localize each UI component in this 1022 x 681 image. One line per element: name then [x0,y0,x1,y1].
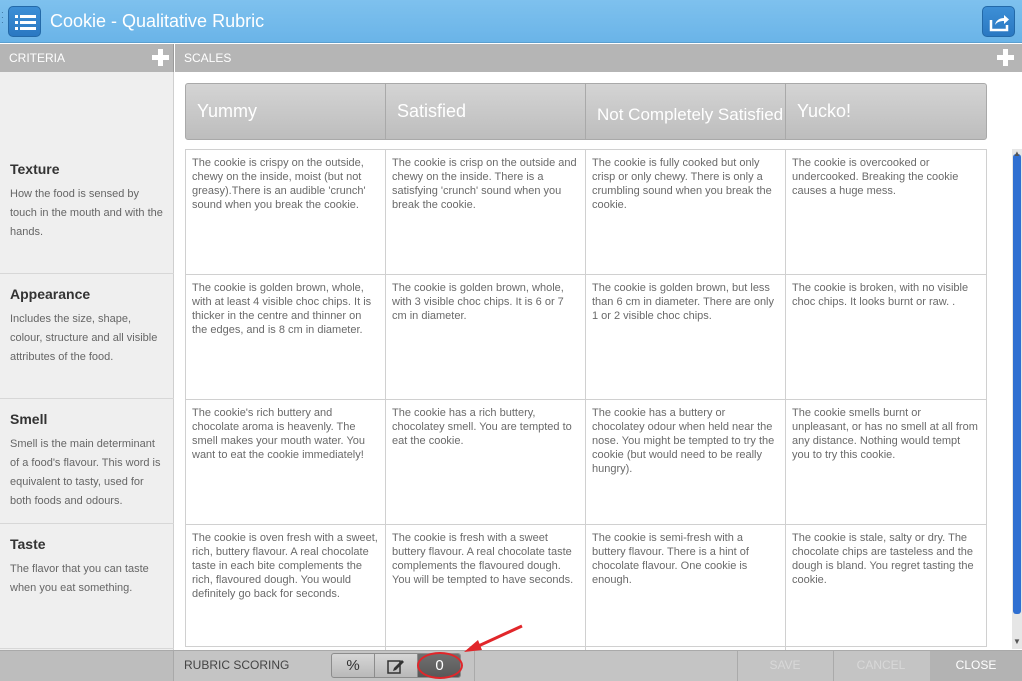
rubric-cell[interactable]: The cookie smells burnt or unpleasant, o… [786,400,986,525]
criterion-smell[interactable]: Smell Smell is the main determinant of a… [0,399,174,524]
criterion-appearance[interactable]: Appearance Includes the size, shape, col… [0,274,174,399]
criterion-name: Texture [10,161,60,177]
scrollbar-thumb[interactable] [1013,154,1021,614]
share-icon [989,15,1009,32]
add-scale-plus-icon[interactable] [997,49,1014,66]
criterion-name: Appearance [10,286,91,302]
list-icon [15,15,36,30]
window-title: Cookie - Qualitative Rubric [50,11,265,31]
rubric-cell[interactable]: The cookie is crispy on the outside, che… [186,150,386,275]
criterion-description: How the food is sensed by touch in the m… [10,188,163,238]
rubric-cell[interactable]: The cookie is crisp on the outside and c… [386,150,586,275]
scales-header: SCALES [175,44,1022,72]
rubric-scoring-label: RUBRIC SCORING [184,658,290,672]
scale-not-completely-satisfied[interactable]: Not Completely Satisfied [586,84,786,139]
rubric-cell[interactable]: The cookie is broken, with no visible ch… [786,275,986,400]
menu-button[interactable] [8,6,41,37]
divider [833,651,834,681]
rubric-cell[interactable]: The cookie is semi-fresh with a buttery … [586,525,786,650]
edit-button[interactable] [375,654,418,677]
rubric-cell[interactable]: The cookie is golden brown, but less tha… [586,275,786,400]
rubric-grid: The cookie is crispy on the outside, che… [185,149,987,650]
rubric-cell[interactable]: The cookie has a rich buttery, chocolate… [386,400,586,525]
scroll-down-arrow-icon[interactable]: ▼ [1013,638,1021,646]
scale-satisfied[interactable]: Satisfied [386,84,586,139]
rubric-cell[interactable]: The cookie is golden brown, whole, with … [186,275,386,400]
criterion-description: The flavor that you can taste when you e… [10,563,149,594]
rubric-cell[interactable]: The cookie's rich buttery and chocolate … [186,400,386,525]
criterion-taste[interactable]: Taste The flavor that you can taste when… [0,524,174,649]
scale-header-row: Yummy Satisfied Not Completely Satisfied… [185,83,987,140]
criterion-texture[interactable]: Texture How the food is sensed by touch … [0,149,174,274]
save-button[interactable]: SAVE [740,658,830,672]
cancel-button[interactable]: CANCEL [836,658,926,672]
criteria-panel: Texture How the food is sensed by touch … [0,72,174,650]
share-button[interactable] [982,6,1015,37]
rubric-cell[interactable]: The cookie is overcooked or undercooked.… [786,150,986,275]
add-criterion-plus-icon[interactable] [152,49,169,66]
criterion-description: Includes the size, shape, colour, struct… [10,313,158,363]
scales-area: Yummy Satisfied Not Completely Satisfied… [175,72,1022,650]
scales-header-label: SCALES [184,51,232,65]
footer-left-panel [0,651,174,681]
criterion-name: Taste [10,536,46,552]
criteria-header-label: CRITERIA [9,51,66,65]
scroll-up-arrow-icon[interactable]: ▲ [1013,150,1021,158]
annotation-circle [417,652,463,679]
criterion-description: Smell is the main determinant of a food'… [10,438,161,507]
divider [737,651,738,681]
annotation-arrow-icon [464,624,523,652]
criterion-name: Smell [10,411,48,427]
rubric-cell[interactable]: The cookie is oven fresh with a sweet, r… [186,525,386,650]
percent-button[interactable]: % [332,654,375,677]
rubric-cell[interactable]: The cookie is golden brown, whole, with … [386,275,586,400]
scale-yummy[interactable]: Yummy [186,84,386,139]
criteria-header: CRITERIA [0,44,174,72]
title-bar: · · · Cookie - Qualitative Rubric [0,0,1022,43]
close-button[interactable]: CLOSE [931,658,1021,672]
scale-yucko[interactable]: Yucko! [786,84,986,139]
rubric-cell[interactable]: The cookie has a buttery or chocolatey o… [586,400,786,525]
rubric-cell[interactable]: The cookie is stale, salty or dry. The c… [786,525,986,650]
drag-handle[interactable]: · · · [1,9,4,27]
rubric-cell[interactable]: The cookie is fully cooked but only cris… [586,150,786,275]
edit-icon [387,660,404,674]
